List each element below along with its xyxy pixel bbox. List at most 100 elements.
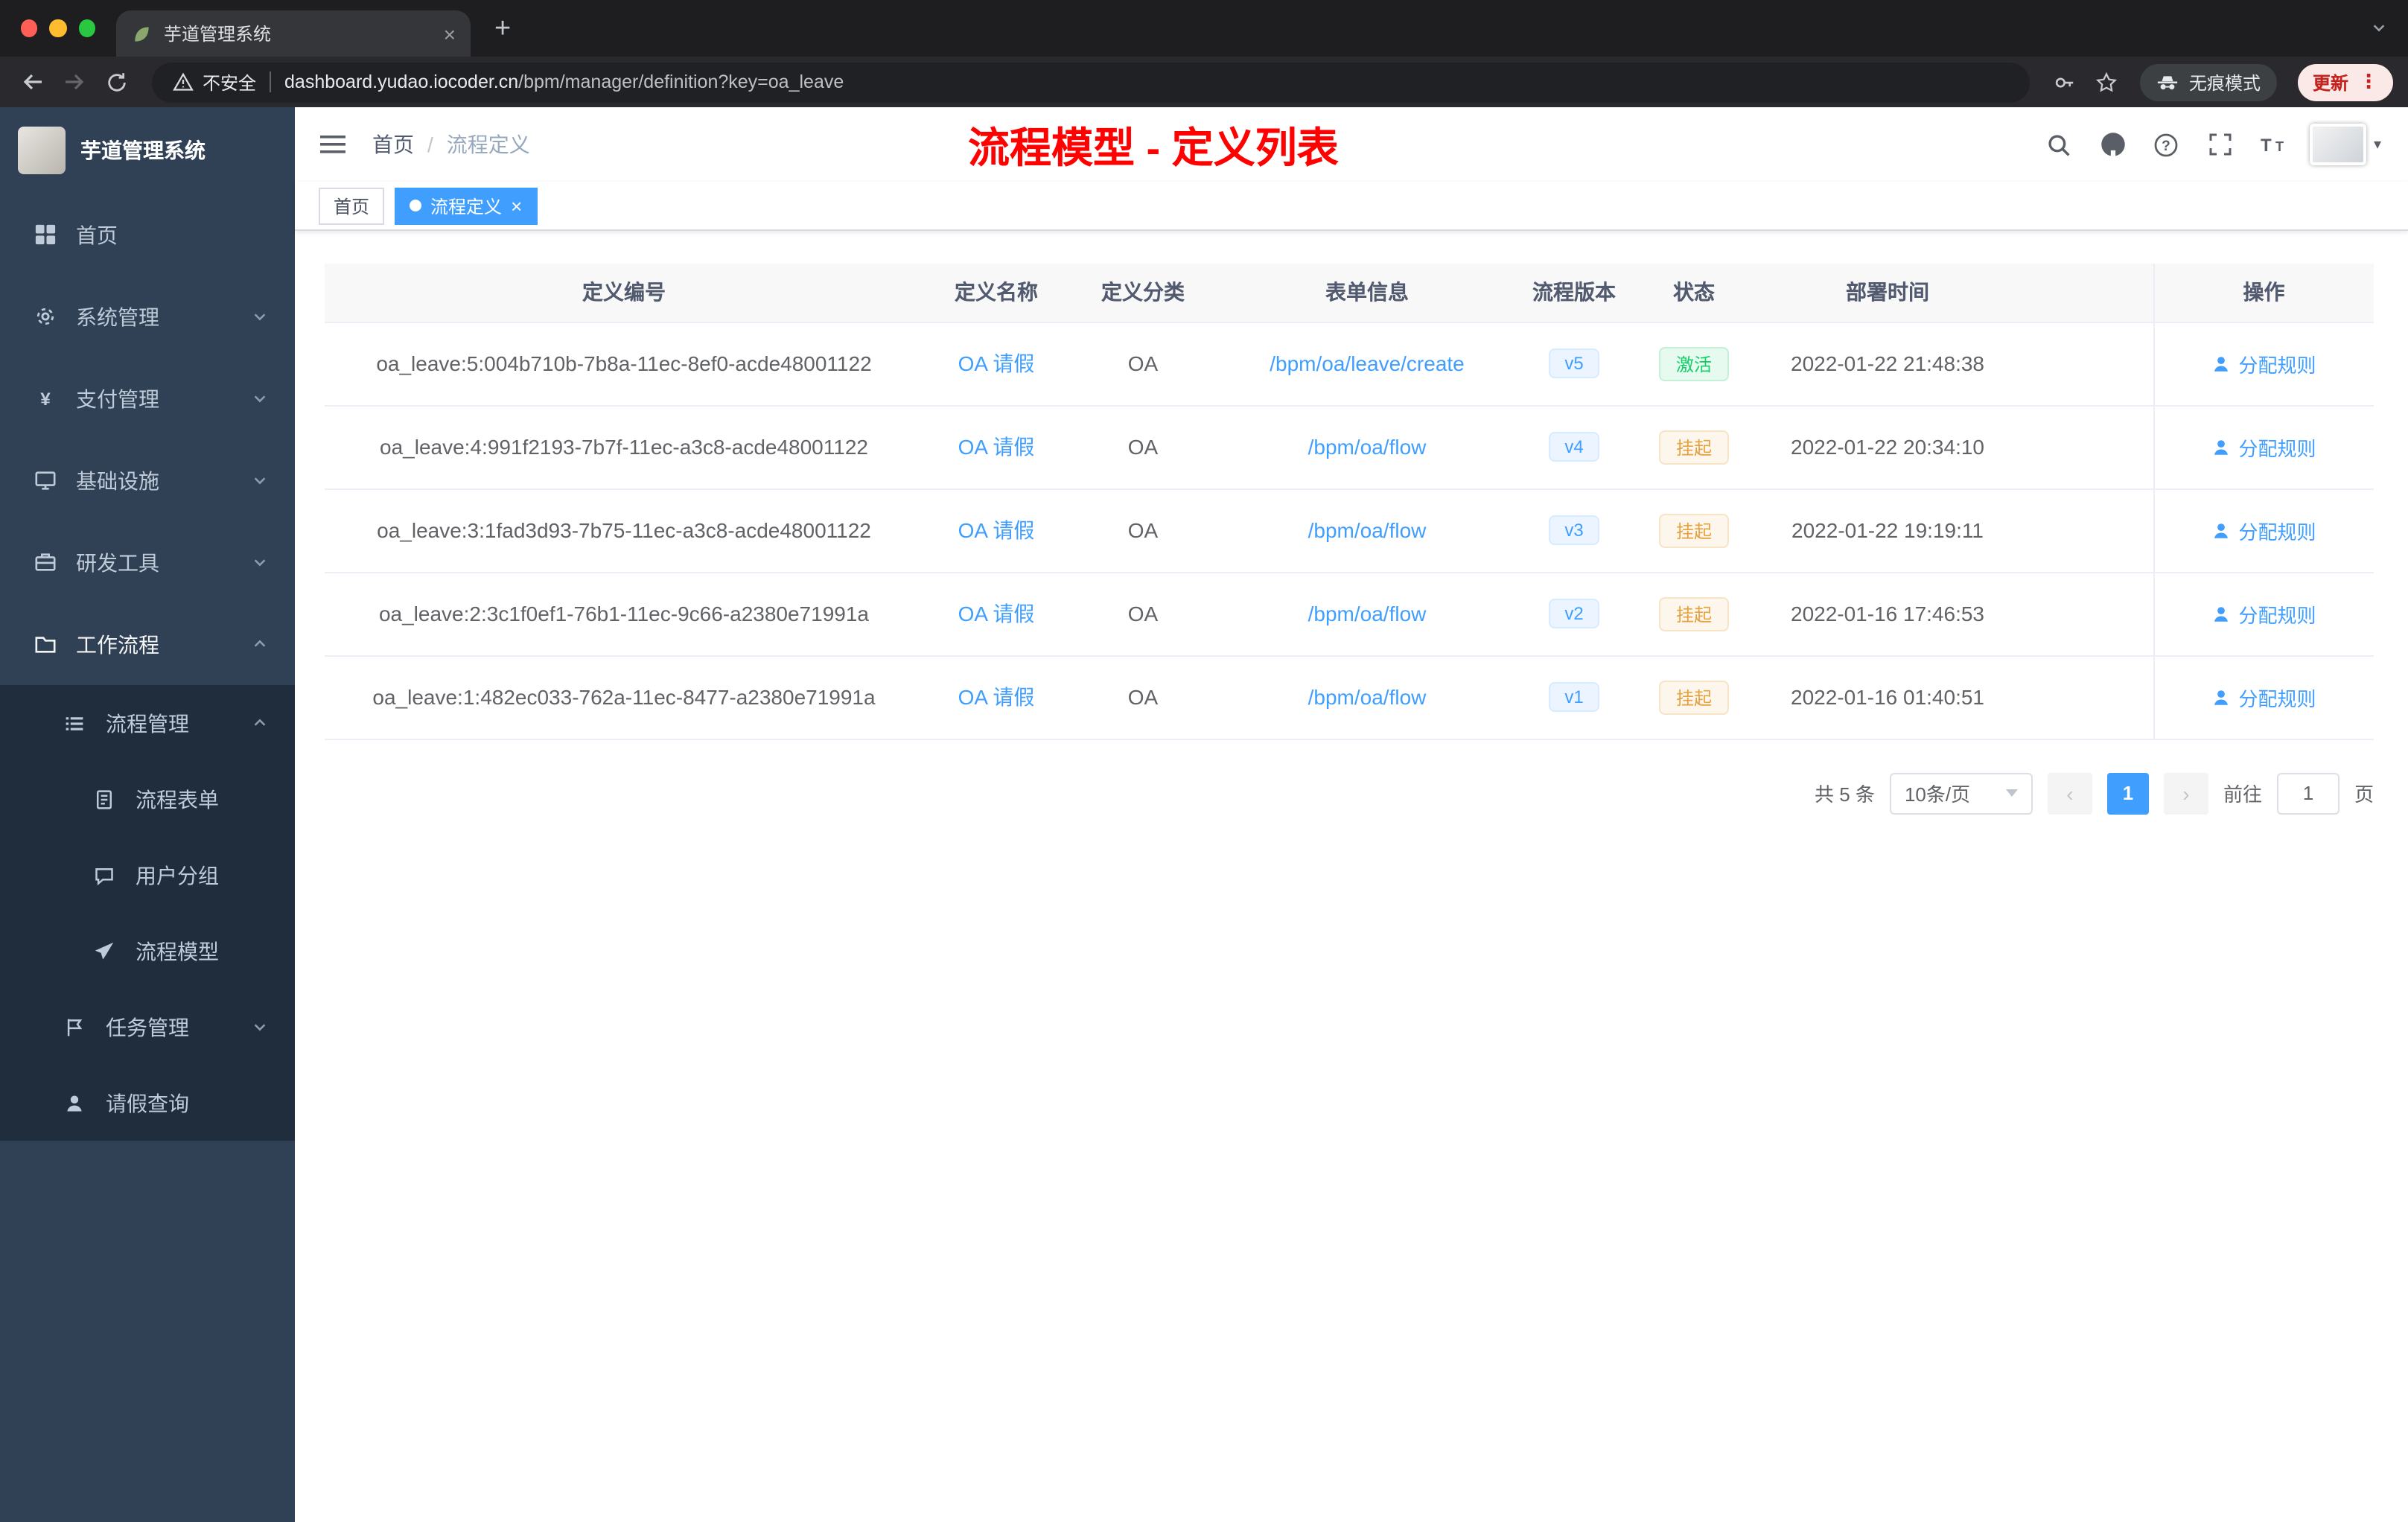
reload-icon[interactable] <box>98 64 134 100</box>
version-badge: v1 <box>1548 682 1600 712</box>
sidebar-subitem-4[interactable]: 流程模型 <box>0 913 295 989</box>
navbar-actions: ? TT ▾ <box>2042 124 2408 165</box>
security-chip[interactable]: 不安全 <box>173 69 256 95</box>
form-info-link[interactable]: /bpm/oa/leave/create <box>1270 351 1465 375</box>
sidebar-item-4[interactable]: 基础设施 <box>0 439 295 521</box>
sidebar-subitem-1[interactable]: 流程管理 <box>0 685 295 761</box>
update-button[interactable]: 更新 ⋮ <box>2297 63 2393 101</box>
cell-form-info: /bpm/oa/leave/create <box>1217 322 1517 406</box>
url-divider <box>270 71 272 92</box>
new-tab-button[interactable]: + <box>494 14 511 42</box>
definition-name-link[interactable]: OA 请假 <box>958 685 1035 709</box>
sidebar-item-2[interactable]: 系统管理 <box>0 276 295 357</box>
form-info-link[interactable]: /bpm/oa/flow <box>1308 435 1427 459</box>
prev-page-button[interactable]: ‹ <box>2047 772 2092 814</box>
security-label: 不安全 <box>203 72 257 93</box>
sidebar-item-6[interactable]: 工作流程 <box>0 603 295 685</box>
goto-label: 前往 <box>2223 783 2262 806</box>
search-icon[interactable] <box>2042 127 2077 162</box>
cell-definition-id: oa_leave:5:004b710b-7b8a-11ec-8ef0-acde4… <box>325 322 923 406</box>
cell-definition-name: OA 请假 <box>923 488 1069 573</box>
breadcrumb-home[interactable]: 首页 <box>372 130 414 159</box>
assign-rule-link[interactable]: 分配规则 <box>2211 683 2316 711</box>
chevron-down-icon <box>252 1019 268 1035</box>
sidebar-subitem-3[interactable]: 用户分组 <box>0 837 295 913</box>
minimize-window-button[interactable] <box>49 19 67 37</box>
column-header-6: 状态 <box>1631 264 1757 322</box>
update-label: 更新 <box>2312 72 2348 93</box>
browser-tab[interactable]: 芋道管理系统 × <box>116 10 471 57</box>
sidebar-item-1[interactable]: 首页 <box>0 194 295 276</box>
tab-close-icon[interactable]: × <box>444 22 456 45</box>
breadcrumb: 首页 / 流程定义 <box>372 130 530 159</box>
back-icon[interactable] <box>15 64 51 100</box>
tag-close-icon[interactable]: × <box>511 196 522 215</box>
chat-icon <box>92 863 116 887</box>
assign-rule-link[interactable]: 分配规则 <box>2211 516 2316 544</box>
tag-1[interactable]: 首页 <box>319 187 385 224</box>
help-icon[interactable]: ? <box>2149 127 2185 162</box>
svg-text:¥: ¥ <box>39 389 50 410</box>
sidebar-subitem-6[interactable]: 请假查询 <box>0 1065 295 1141</box>
incognito-label: 无痕模式 <box>2188 72 2261 93</box>
column-filler <box>2018 264 2153 322</box>
address-bar[interactable]: 不安全 dashboard.yudao.iocoder.cn/bpm/manag… <box>152 62 2030 102</box>
cell-filler <box>2018 322 2153 406</box>
cell-definition-id: oa_leave:3:1fad3d93-7b75-11ec-a3c8-acde4… <box>325 488 923 573</box>
hamburger-icon[interactable] <box>295 133 372 156</box>
cell-deploy-time: 2022-01-16 01:40:51 <box>1757 655 2018 739</box>
definition-name-link[interactable]: OA 请假 <box>958 351 1035 375</box>
sidebar-subitem-2[interactable]: 流程表单 <box>0 761 295 837</box>
warning-icon <box>173 71 194 92</box>
fullscreen-icon[interactable] <box>2202 127 2238 162</box>
yen-icon: ¥ <box>33 386 57 410</box>
github-icon[interactable] <box>2095 127 2131 162</box>
form-info-link[interactable]: /bpm/oa/flow <box>1308 518 1427 542</box>
cell-actions: 分配规则 <box>2153 572 2374 656</box>
assign-rule-link[interactable]: 分配规则 <box>2211 433 2316 461</box>
bookmark-star-icon[interactable] <box>2089 64 2125 100</box>
form-info-link[interactable]: /bpm/oa/flow <box>1308 685 1427 709</box>
definition-name-link[interactable]: OA 请假 <box>958 602 1035 625</box>
sidebar-item-label: 研发工具 <box>76 550 159 574</box>
table-body: oa_leave:5:004b710b-7b8a-11ec-8ef0-acde4… <box>325 322 2374 739</box>
sidebar-item-3[interactable]: ¥ 支付管理 <box>0 357 295 439</box>
column-header-8: 操作 <box>2153 264 2374 322</box>
cell-deploy-time: 2022-01-22 20:34:10 <box>1757 405 2018 489</box>
next-page-button[interactable]: › <box>2163 772 2208 814</box>
close-window-button[interactable] <box>21 19 38 37</box>
sidebar-item-label: 任务管理 <box>106 1015 189 1039</box>
sidebar-item-5[interactable]: 研发工具 <box>0 521 295 603</box>
browser-toolbar: 不安全 dashboard.yudao.iocoder.cn/bpm/manag… <box>0 57 2408 107</box>
assign-rule-link[interactable]: 分配规则 <box>2211 599 2316 628</box>
page-number-1[interactable]: 1 <box>2106 772 2149 814</box>
sidebar-item-label: 支付管理 <box>76 386 159 410</box>
key-icon[interactable] <box>2048 64 2083 100</box>
user-icon <box>63 1091 86 1115</box>
app-logo-row[interactable]: 芋道管理系统 <box>0 107 295 194</box>
goto-page-input[interactable] <box>2276 772 2339 814</box>
cell-category: OA <box>1069 572 1217 656</box>
top-navbar: 首页 / 流程定义 流程模型 - 定义列表 ? T T ▾ <box>295 107 2408 182</box>
screenshot-root: 芋道管理系统 × + 不安全 dashboard.yudao.iocoder.c… <box>0 0 2408 1522</box>
definition-name-link[interactable]: OA 请假 <box>958 518 1035 542</box>
page-content: 定义编号 定义名称 定义分类 表单信息 流程版本 状态 部署时间 操作 oa_leave:5:… <box>295 231 2408 1522</box>
main-area: 首页 / 流程定义 流程模型 - 定义列表 ? T T ▾ 首页 流程定义 × … <box>295 107 2408 1522</box>
chevron-up-icon <box>252 636 268 652</box>
cell-actions: 分配规则 <box>2153 322 2374 406</box>
zoom-window-button[interactable] <box>78 19 95 37</box>
cell-filler <box>2018 572 2153 656</box>
text-size-icon[interactable]: TT <box>2256 127 2292 162</box>
flag-icon <box>63 1015 86 1039</box>
overflow-menu-icon[interactable]: ⋮ <box>2359 70 2378 94</box>
assign-rule-link[interactable]: 分配规则 <box>2211 349 2316 378</box>
page-size-select[interactable]: 10条/页 <box>1889 772 2033 814</box>
forward-icon[interactable] <box>57 64 92 100</box>
definition-name-link[interactable]: OA 请假 <box>958 435 1035 459</box>
sidebar-subitem-5[interactable]: 任务管理 <box>0 989 295 1065</box>
tab-list-chevron-icon[interactable] <box>2371 19 2387 36</box>
tag-2[interactable]: 流程定义 × <box>395 187 538 224</box>
user-menu[interactable]: ▾ <box>2309 124 2381 165</box>
definitions-table: 定义编号 定义名称 定义分类 表单信息 流程版本 状态 部署时间 操作 oa_leave:5:… <box>325 264 2374 739</box>
form-info-link[interactable]: /bpm/oa/flow <box>1308 602 1427 625</box>
